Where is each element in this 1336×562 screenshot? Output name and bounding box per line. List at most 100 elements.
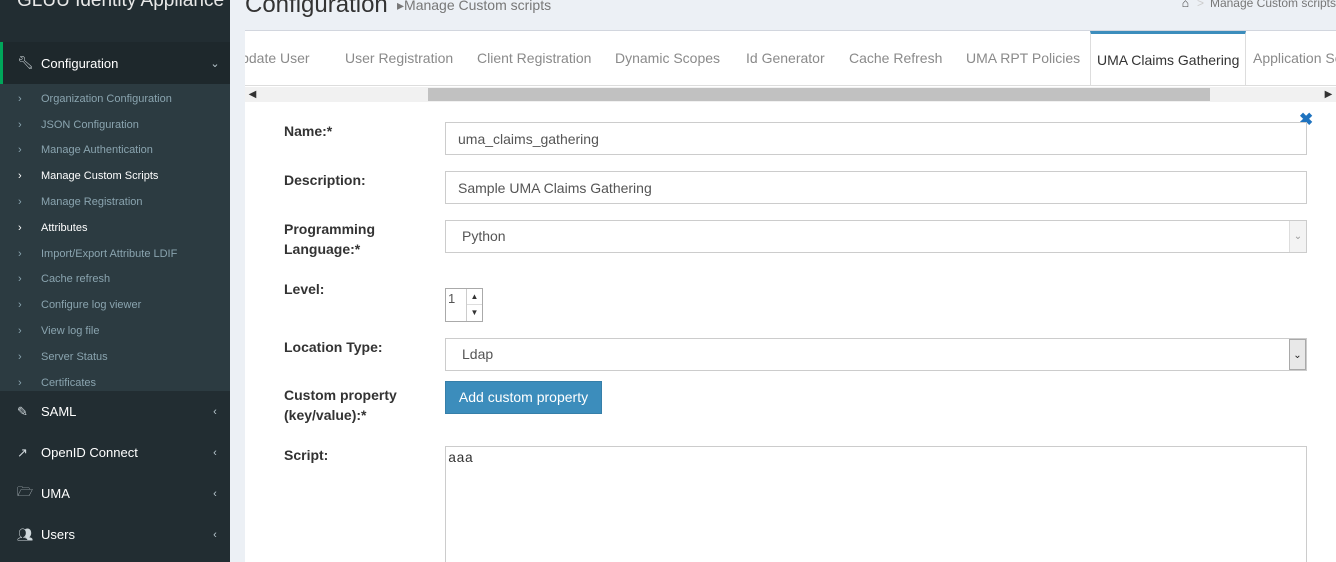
users-icon: 👥︎ xyxy=(17,526,34,542)
tab-application-session[interactable]: Application Session xyxy=(1253,50,1336,66)
folder-open-icon: 🗁︎ xyxy=(17,483,34,499)
programming-language-label: Programming Language:* xyxy=(284,219,375,259)
script-box: Update User User Registration Client Reg… xyxy=(245,30,1336,562)
scrollbar-thumb[interactable] xyxy=(428,88,1210,101)
custom-property-label: Custom property (key/value):* xyxy=(284,385,397,425)
sidebar-item-label: View log file xyxy=(41,325,100,338)
script-label: Script: xyxy=(284,447,329,463)
page-title: Configuration xyxy=(245,0,388,18)
location-type-select[interactable]: Ldap ⌄ xyxy=(445,338,1307,371)
chevron-right-icon: › xyxy=(18,247,22,260)
programming-language-value: Python xyxy=(462,228,506,244)
sidebar-item-attributes[interactable]: › Attributes xyxy=(0,215,230,241)
sidebar-item-label: Manage Registration xyxy=(41,196,143,209)
sidebar-item-server-status[interactable]: › Server Status xyxy=(0,344,230,370)
spinner-down-icon[interactable]: ▼ xyxy=(467,305,482,321)
chevron-left-icon: ‹ xyxy=(213,487,217,500)
chevron-down-icon: ⌄ xyxy=(210,57,220,70)
location-type-value: Ldap xyxy=(462,346,494,362)
page-subtitle-text: Manage Custom scripts xyxy=(404,0,552,13)
chevron-right-icon: › xyxy=(18,144,22,157)
sidebar-item-label: Manage Authentication xyxy=(41,144,153,157)
programming-language-select[interactable]: Python ⌄ xyxy=(445,220,1307,253)
scroll-right-arrow-icon[interactable]: ▶ xyxy=(1321,87,1336,102)
location-type-label: Location Type: xyxy=(284,339,383,355)
sidebar-item-openid-connect[interactable]: ↗ OpenID Connect ‹ xyxy=(0,432,230,473)
tab-user-registration[interactable]: User Registration xyxy=(345,50,453,66)
custom-property-label-line1: Custom property xyxy=(284,387,397,403)
tab-cache-refresh[interactable]: Cache Refresh xyxy=(849,50,942,66)
sidebar-item-import-export-ldif[interactable]: › Import/Export Attribute LDIF xyxy=(0,241,230,267)
scroll-left-arrow-icon[interactable]: ◀ xyxy=(245,87,260,102)
sidebar-item-json-configuration[interactable]: › JSON Configuration xyxy=(0,112,230,138)
sidebar-item-label: JSON Configuration xyxy=(41,118,139,131)
sidebar: GLUU Identity Appliance 🔧︎ Configuration… xyxy=(0,0,230,562)
tab-dynamic-scopes[interactable]: Dynamic Scopes xyxy=(615,50,720,66)
chevron-right-icon: › xyxy=(18,299,22,312)
tab-uma-rpt-policies[interactable]: UMA RPT Policies xyxy=(966,50,1080,66)
sidebar-item-uma[interactable]: 🗁︎ UMA ‹ xyxy=(0,473,230,514)
sidebar-item-manage-authentication[interactable]: › Manage Authentication xyxy=(0,138,230,164)
sidebar-item-label: Organization Configuration xyxy=(41,92,172,105)
edit-icon: ✎ xyxy=(17,403,28,419)
sidebar-item-label: Configuration xyxy=(41,55,119,71)
sidebar-item-manage-custom-scripts[interactable]: › Manage Custom Scripts xyxy=(0,163,230,189)
chevron-right-icon: › xyxy=(18,196,22,209)
name-label: Name:* xyxy=(284,123,333,139)
chevron-right-icon: › xyxy=(18,376,22,389)
brand: GLUU Identity Appliance xyxy=(0,0,230,42)
tab-id-generator[interactable]: Id Generator xyxy=(746,50,825,66)
sidebar-item-organization-configuration[interactable]: › Organization Configuration xyxy=(0,86,230,112)
level-stepper-buttons: ▲ ▼ xyxy=(466,289,482,321)
configuration-submenu: › Organization Configuration › JSON Config… xyxy=(0,84,230,391)
sidebar-item-manage-registration[interactable]: › Manage Registration xyxy=(0,189,230,215)
tab-bar: Update User User Registration Client Reg… xyxy=(245,31,1336,86)
sidebar-item-label: Certificates xyxy=(41,376,97,389)
chevron-right-icon: › xyxy=(18,273,22,286)
sidebar-item-saml[interactable]: ✎ SAML ‹ xyxy=(0,391,230,432)
tab-uma-claims-gathering[interactable]: UMA Claims Gathering xyxy=(1090,31,1247,85)
breadcrumb-separator: > xyxy=(1196,0,1204,10)
chevron-right-icon: › xyxy=(18,118,22,131)
tab-client-registration[interactable]: Client Registration xyxy=(477,50,591,66)
brand-text: GLUU Identity Appliance xyxy=(17,0,225,11)
page-header: Configuration ▸Manage Custom scripts ⌂ > M… xyxy=(230,0,1336,32)
chevron-right-icon: › xyxy=(18,92,22,105)
sidebar-item-label: UMA xyxy=(41,486,70,501)
home-icon[interactable]: ⌂ xyxy=(1182,0,1189,10)
sidebar-item-label: SAML xyxy=(41,404,77,419)
script-textarea[interactable]: aaa xyxy=(445,446,1307,562)
chevron-right-icon: › xyxy=(18,221,22,234)
sidebar-item-view-log-file[interactable]: › View log file xyxy=(0,318,230,344)
sidebar-item-label: OpenID Connect xyxy=(41,445,138,460)
breadcrumb: ⌂ > Manage Custom scripts xyxy=(1182,0,1336,10)
level-value: 1 xyxy=(448,291,456,306)
page-subtitle: ▸Manage Custom scripts xyxy=(397,0,551,14)
breadcrumb-current: Manage Custom scripts xyxy=(1209,0,1336,10)
add-custom-property-button[interactable]: Add custom property xyxy=(445,381,602,414)
chevron-down-icon: ⌄ xyxy=(1289,339,1306,370)
description-label: Description: xyxy=(284,172,366,188)
chevron-right-icon: › xyxy=(18,350,22,363)
level-stepper[interactable]: 1 ▲ ▼ xyxy=(445,288,483,322)
sidebar-item-label: Attributes xyxy=(41,221,88,234)
chevron-right-icon: › xyxy=(18,170,22,183)
sidebar-item-configure-log-viewer[interactable]: › Configure log viewer xyxy=(0,292,230,318)
level-label: Level: xyxy=(284,281,325,297)
sidebar-item-label: Manage Custom Scripts xyxy=(41,170,159,183)
tabs-horizontal-scrollbar[interactable]: ◀ ▶ xyxy=(245,87,1336,102)
sidebar-item-users[interactable]: 👥︎ Users ‹ xyxy=(0,514,230,555)
spinner-up-icon[interactable]: ▲ xyxy=(467,289,482,305)
chevron-down-icon: ⌄ xyxy=(1289,221,1306,252)
sidebar-item-label: Server Status xyxy=(41,350,108,363)
external-link-icon: ↗ xyxy=(17,444,28,460)
sidebar-item-configuration[interactable]: 🔧︎ Configuration ⌄ xyxy=(0,42,230,84)
sidebar-item-label: Users xyxy=(41,527,75,542)
sidebar-item-cache-refresh[interactable]: › Cache refresh xyxy=(0,267,230,293)
chevron-left-icon: ‹ xyxy=(213,528,217,541)
main-content: Configuration ▸Manage Custom scripts ⌂ > M… xyxy=(230,0,1336,562)
chevron-left-icon: ‹ xyxy=(213,405,217,418)
tab-update-user[interactable]: Update User xyxy=(245,50,310,66)
name-input[interactable] xyxy=(445,122,1307,155)
description-input[interactable] xyxy=(445,171,1307,204)
